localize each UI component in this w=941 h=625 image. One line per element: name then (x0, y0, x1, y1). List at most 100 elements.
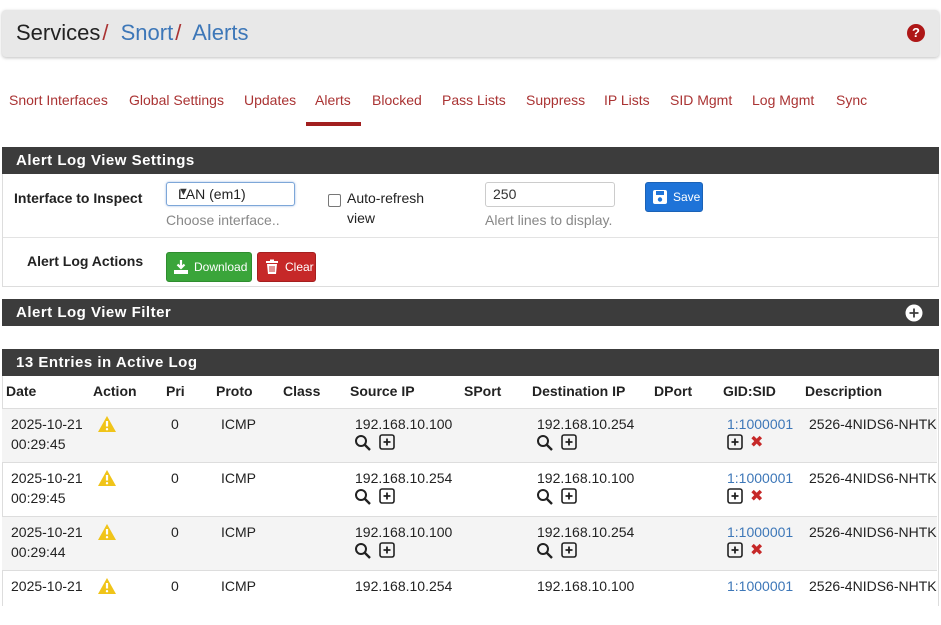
delete-x-icon[interactable]: ✖ (750, 435, 763, 451)
cell-date: 2025-10-21 (11, 416, 83, 432)
tab-log-mgmt[interactable]: Log Mgmt (752, 92, 814, 108)
active-tab-indicator (306, 122, 361, 126)
tab-suppress[interactable]: Suppress (526, 92, 585, 108)
cell-description: 2526-4NIDS6-NHTK (809, 470, 937, 486)
add-icon[interactable] (379, 488, 395, 507)
tab-blocked[interactable]: Blocked (372, 92, 422, 108)
interface-help: Choose interface.. (166, 212, 280, 228)
help-icon[interactable]: ? (907, 24, 925, 42)
tab-sid-mgmt[interactable]: SID Mgmt (670, 92, 732, 108)
cell-gid-sid-link[interactable]: 1:1000001 (727, 524, 793, 540)
cell-proto: ICMP (221, 470, 256, 486)
chevron-down-icon: ▼ (178, 186, 189, 198)
col-proto[interactable]: Proto (216, 383, 253, 399)
search-icon[interactable] (536, 434, 554, 455)
tab-pass-lists[interactable]: Pass Lists (442, 92, 506, 108)
alert-lines-value: 250 (493, 186, 517, 202)
save-button-label: Save (673, 190, 701, 204)
add-icon[interactable] (561, 488, 577, 507)
cell-description: 2526-4NIDS6-NHTK (809, 578, 937, 594)
table-row (2, 408, 937, 463)
breadcrumb-services: Services (16, 20, 101, 45)
filter-panel-header: Alert Log View Filter (2, 299, 939, 326)
cell-time: 00:29:45 (11, 436, 66, 452)
log-panel-header: 13 Entries in Active Log (2, 349, 939, 376)
tab-global-settings[interactable]: Global Settings (129, 92, 224, 108)
add-icon[interactable] (379, 434, 395, 453)
col-source-ip[interactable]: Source IP (350, 383, 415, 399)
cell-gid-sid-link[interactable]: 1:1000001 (727, 578, 793, 594)
breadcrumb-separator: / (175, 20, 182, 45)
save-button[interactable]: Save (645, 182, 703, 212)
cell-gid-sid-link[interactable]: 1:1000001 (727, 470, 793, 486)
breadcrumb: Services/ Snort/ Alerts (16, 21, 248, 45)
cell-destination-ip: 192.168.10.254 (537, 524, 635, 540)
search-icon[interactable] (354, 488, 372, 509)
breadcrumb-alerts-link[interactable]: Alerts (192, 20, 248, 45)
cell-time: 00:29:45 (11, 490, 66, 506)
cell-source-ip: 192.168.10.254 (355, 470, 453, 486)
breadcrumb-snort-link[interactable]: Snort (121, 20, 174, 45)
search-icon[interactable] (354, 434, 372, 455)
cell-proto: ICMP (221, 416, 256, 432)
row-divider (3, 237, 938, 238)
cell-destination-ip: 192.168.10.100 (537, 470, 635, 486)
cell-time: 00:29:44 (11, 544, 66, 560)
col-destination-ip[interactable]: Destination IP (532, 383, 625, 399)
add-icon[interactable] (379, 542, 395, 561)
alert-lines-input[interactable]: 250 (485, 182, 615, 207)
col-gid-sid[interactable]: GID:SID (723, 383, 776, 399)
search-icon[interactable] (536, 488, 554, 509)
trash-icon (266, 259, 278, 274)
add-icon[interactable] (561, 434, 577, 453)
col-sport[interactable]: SPort (464, 383, 501, 399)
tab-sync[interactable]: Sync (836, 92, 867, 108)
table-row (2, 516, 937, 571)
tab-ip-lists[interactable]: IP Lists (604, 92, 650, 108)
cell-date: 2025-10-21 (11, 524, 83, 540)
col-pri[interactable]: Pri (166, 383, 185, 399)
save-icon (653, 190, 667, 204)
warning-icon (97, 415, 117, 436)
clear-button[interactable]: Clear (257, 252, 316, 282)
cell-date: 2025-10-21 (11, 470, 83, 486)
add-icon[interactable] (561, 542, 577, 561)
cell-destination-ip: 192.168.10.254 (537, 416, 635, 432)
col-dport[interactable]: DPort (654, 383, 692, 399)
settings-panel-title: Alert Log View Settings (16, 152, 195, 169)
delete-x-icon[interactable]: ✖ (750, 489, 763, 505)
settings-panel-body (2, 174, 939, 287)
download-button[interactable]: Download (166, 252, 252, 282)
cell-gid-sid-link[interactable]: 1:1000001 (727, 416, 793, 432)
interface-select[interactable]: LAN (em1) ▼ (166, 182, 295, 206)
auto-refresh-label-2: view (347, 210, 376, 226)
expand-plus-icon[interactable] (905, 304, 923, 322)
add-suppress-icon[interactable] (727, 488, 743, 507)
add-suppress-icon[interactable] (727, 542, 743, 561)
search-icon[interactable] (354, 542, 372, 563)
cell-source-ip: 192.168.10.254 (355, 578, 453, 594)
settings-panel-header: Alert Log View Settings (2, 147, 939, 174)
filter-panel-title: Alert Log View Filter (16, 304, 172, 321)
tab-alerts[interactable]: Alerts (315, 92, 351, 108)
cell-date: 2025-10-21 (11, 578, 83, 594)
col-description[interactable]: Description (805, 383, 882, 399)
cell-source-ip: 192.168.10.100 (355, 524, 453, 540)
auto-refresh-checkbox[interactable] (328, 194, 341, 207)
breadcrumb-separator: / (102, 20, 109, 45)
cell-pri: 0 (171, 524, 179, 540)
col-date[interactable]: Date (6, 383, 36, 399)
col-action[interactable]: Action (93, 383, 137, 399)
add-suppress-icon[interactable] (727, 434, 743, 453)
cell-description: 2526-4NIDS6-NHTK (809, 416, 937, 432)
delete-x-icon[interactable]: ✖ (750, 543, 763, 559)
search-icon[interactable] (536, 542, 554, 563)
clear-button-label: Clear (285, 260, 314, 274)
col-class[interactable]: Class (283, 383, 320, 399)
cell-pri: 0 (171, 578, 179, 594)
tab-snort-interfaces[interactable]: Snort Interfaces (9, 92, 108, 108)
cell-proto: ICMP (221, 524, 256, 540)
tab-updates[interactable]: Updates (244, 92, 296, 108)
cell-pri: 0 (171, 416, 179, 432)
warning-icon (97, 469, 117, 490)
